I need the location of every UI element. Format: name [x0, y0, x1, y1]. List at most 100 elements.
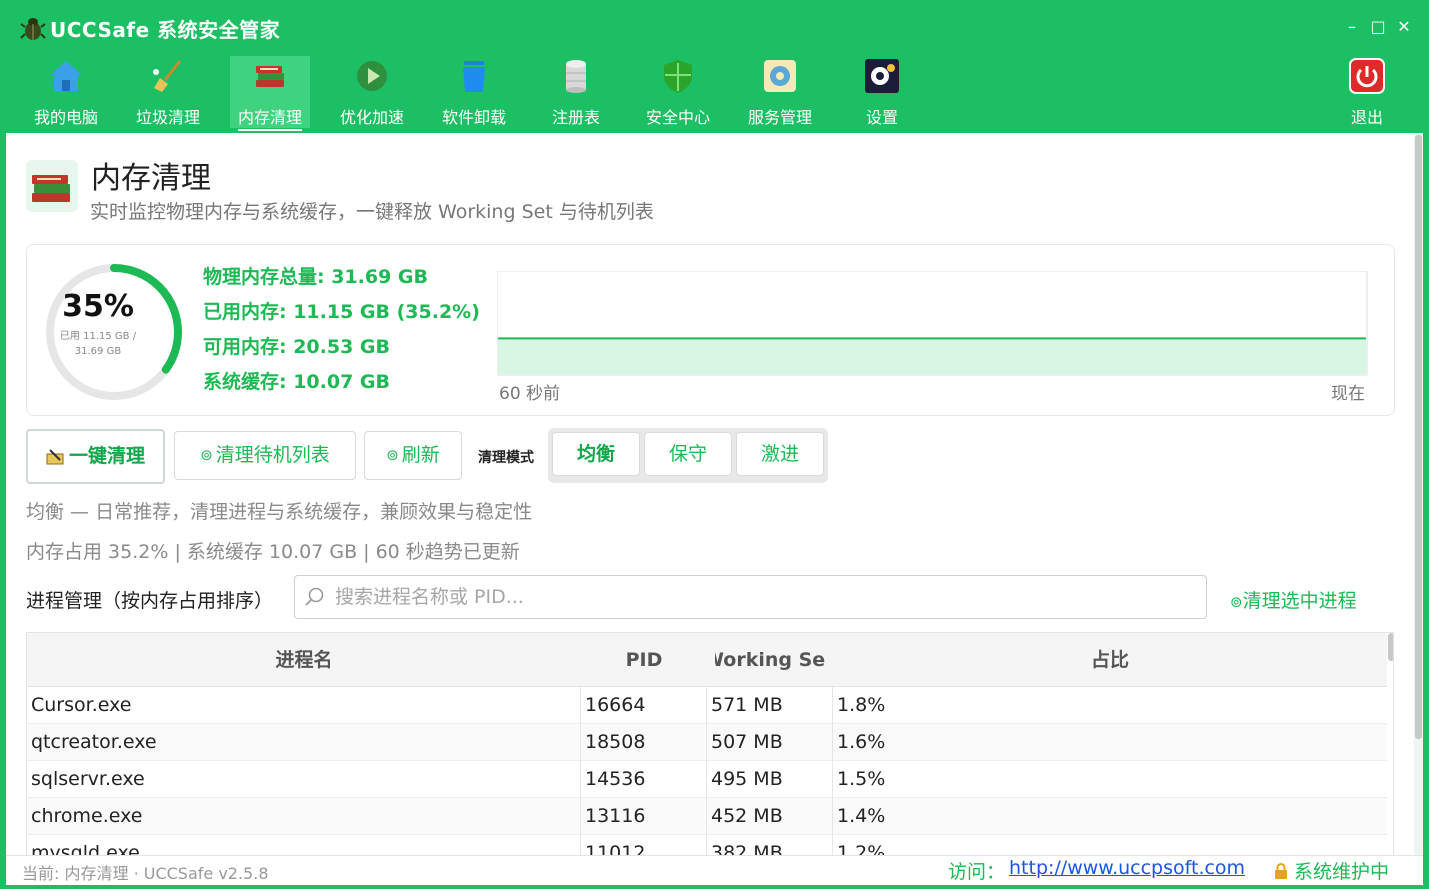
tab-label: 服务管理 [747, 108, 812, 127]
trend-area [498, 338, 1366, 374]
mode-aggressive-button[interactable]: 激进 [736, 432, 824, 476]
refresh-button[interactable]: ⊚ 刷新 [364, 431, 462, 480]
table-row[interactable]: mysqld.exe 11012 382 MB 1.2% [27, 835, 1387, 855]
table-scrollbar[interactable] [1387, 633, 1393, 855]
tab-label: 垃圾清理 [135, 108, 200, 127]
current-page-status: 当前: 内存清理 · UCCSafe v2.5.8 [22, 864, 269, 883]
maintenance-status: 系统维护中 [1274, 857, 1389, 884]
mode-balanced-button[interactable]: 均衡 [552, 432, 640, 476]
process-name: Cursor.exe [27, 687, 581, 724]
available-memory: 可用内存: 20.53 GB [203, 336, 391, 358]
mode-conservative-button[interactable]: 保守 [644, 432, 732, 476]
refresh-cycle-icon: ⊚ [386, 446, 399, 464]
tab-service-manage[interactable]: 服务管理 [740, 56, 820, 128]
books-icon [256, 66, 284, 87]
tab-my-computer[interactable]: 我的电脑 [26, 56, 106, 128]
column-header-working-set[interactable]: Working Set [715, 633, 825, 687]
process-percent: 1.5% [837, 768, 886, 790]
tab-security-center[interactable]: 安全中心 [638, 56, 718, 128]
tab-label: 优化加速 [339, 108, 404, 127]
search-icon [305, 587, 324, 606]
gauge-percent: 35% [62, 289, 134, 324]
process-name: chrome.exe [27, 798, 581, 835]
tab-junk-clean[interactable]: 垃圾清理 [128, 56, 208, 128]
table-row[interactable]: Cursor.exe 16664 571 MB 1.8% [27, 687, 1387, 724]
tab-settings[interactable]: 设置 [842, 56, 922, 128]
process-pid: 14536 [581, 761, 707, 798]
clear-standby-label: 清理待机列表 [215, 444, 330, 466]
mode-description: 均衡 — 日常推荐，清理进程与系统缓存，兼顾效果与稳定性 [26, 501, 533, 523]
main-toolbar: 我的电脑 垃圾清理 内存清理 优化加速 软件卸载 注册表 安全中心 服务管理 设… [0, 52, 1429, 132]
content-panel: 内存清理 实时监控物理内存与系统缓存，一键释放 Working Set 与待机列… [6, 133, 1423, 855]
system-cache: 系统缓存: 10.07 GB [203, 371, 391, 393]
content-scrollbar-thumb[interactable] [1415, 135, 1422, 739]
content-scrollbar[interactable] [1414, 133, 1423, 855]
table-scrollbar-thumb[interactable] [1388, 633, 1393, 661]
tab-label: 安全中心 [645, 108, 710, 127]
used-memory: 已用内存: 11.15 GB (35.2%) [203, 301, 480, 323]
books-icon [26, 160, 78, 212]
tab-label: 退出 [1350, 108, 1383, 127]
memory-trend-chart: 60 秒前 现在 [497, 271, 1368, 404]
process-table: 进程名 PID Working Set 占比 Cursor.exe 16664 … [26, 632, 1394, 855]
title-bar: UCCSafe 系统安全管家 – □ ✕ [0, 0, 1429, 56]
clean-mode-label: 清理模式 [478, 450, 534, 466]
website-link[interactable]: http://www.uccpsoft.com [1009, 857, 1245, 879]
process-pid: 18508 [581, 724, 707, 761]
trend-start-label: 60 秒前 [499, 384, 560, 404]
tab-registry[interactable]: 注册表 [536, 56, 616, 128]
play-icon [357, 61, 387, 91]
tab-uninstall[interactable]: 软件卸载 [434, 56, 514, 128]
service-gear-icon [764, 60, 796, 92]
clean-selected-process-button[interactable]: ⊚清理选中进程 [1230, 586, 1357, 613]
process-search-input[interactable] [335, 584, 1195, 610]
process-working-set: 452 MB [707, 798, 833, 835]
column-header-percent[interactable]: 占比 [833, 633, 1387, 687]
lock-icon [1275, 863, 1287, 879]
maximize-button[interactable]: □ [1367, 16, 1389, 38]
table-row[interactable]: chrome.exe 13116 452 MB 1.4% [27, 798, 1387, 835]
process-name: qtcreator.exe [27, 724, 581, 761]
tab-memory-clean[interactable]: 内存清理 [230, 56, 310, 131]
column-header-pid[interactable]: PID [581, 633, 707, 687]
clear-standby-button[interactable]: ⊚ 清理待机列表 [174, 431, 356, 480]
status-bar: 当前: 内存清理 · UCCSafe v2.5.8 访问： http://www… [6, 855, 1423, 885]
column-header-name[interactable]: 进程名 [27, 633, 581, 687]
process-working-set: 382 MB [707, 835, 833, 855]
table-row[interactable]: sqlservr.exe 14536 495 MB 1.5% [27, 761, 1387, 798]
memory-summary: 内存占用 35.2% | 系统缓存 10.07 GB | 60 秒趋势已更新 [26, 541, 520, 563]
process-search-box[interactable] [294, 575, 1207, 619]
broom-icon [46, 448, 64, 464]
clean-mode-selector: 均衡 保守 激进 [548, 428, 828, 483]
app-title: UCCSafe 系统安全管家 [50, 18, 281, 42]
process-pid: 11012 [581, 835, 707, 855]
exit-button[interactable]: 退出 [1327, 56, 1407, 128]
close-button[interactable]: ✕ [1393, 16, 1415, 38]
process-working-set: 507 MB [707, 724, 833, 761]
process-working-set: 495 MB [707, 761, 833, 798]
gauge-usage-text: 已用 11.15 GB / 31.69 GB [59, 331, 137, 357]
page-title: 内存清理 [91, 161, 211, 196]
one-click-clean-button[interactable]: 一键清理 [26, 429, 165, 484]
tab-label: 注册表 [551, 108, 600, 127]
process-section-title: 进程管理（按内存占用排序） [26, 590, 274, 612]
process-name: mysqld.exe [27, 835, 581, 855]
tab-optimize[interactable]: 优化加速 [332, 56, 412, 128]
power-icon [1349, 58, 1385, 94]
visit-label: 访问： [948, 861, 1006, 883]
process-pid: 13116 [581, 798, 707, 835]
table-header: 进程名 PID Working Set 占比 [27, 633, 1387, 687]
trash-icon [463, 61, 485, 92]
total-memory: 物理内存总量: 31.69 GB [203, 266, 429, 288]
table-row[interactable]: qtcreator.exe 18508 507 MB 1.6% [27, 724, 1387, 761]
clean-selected-label: 清理选中进程 [1242, 590, 1357, 612]
refresh-cycle-icon: ⊚ [1230, 593, 1243, 611]
tab-label: 设置 [865, 108, 898, 127]
process-name: sqlservr.exe [27, 761, 581, 798]
process-percent: 1.8% [837, 694, 886, 716]
tab-label: 我的电脑 [33, 108, 98, 127]
minimize-button[interactable]: – [1341, 16, 1363, 38]
process-percent: 1.4% [837, 805, 886, 827]
house-icon [50, 61, 82, 91]
process-working-set: 571 MB [707, 687, 833, 724]
